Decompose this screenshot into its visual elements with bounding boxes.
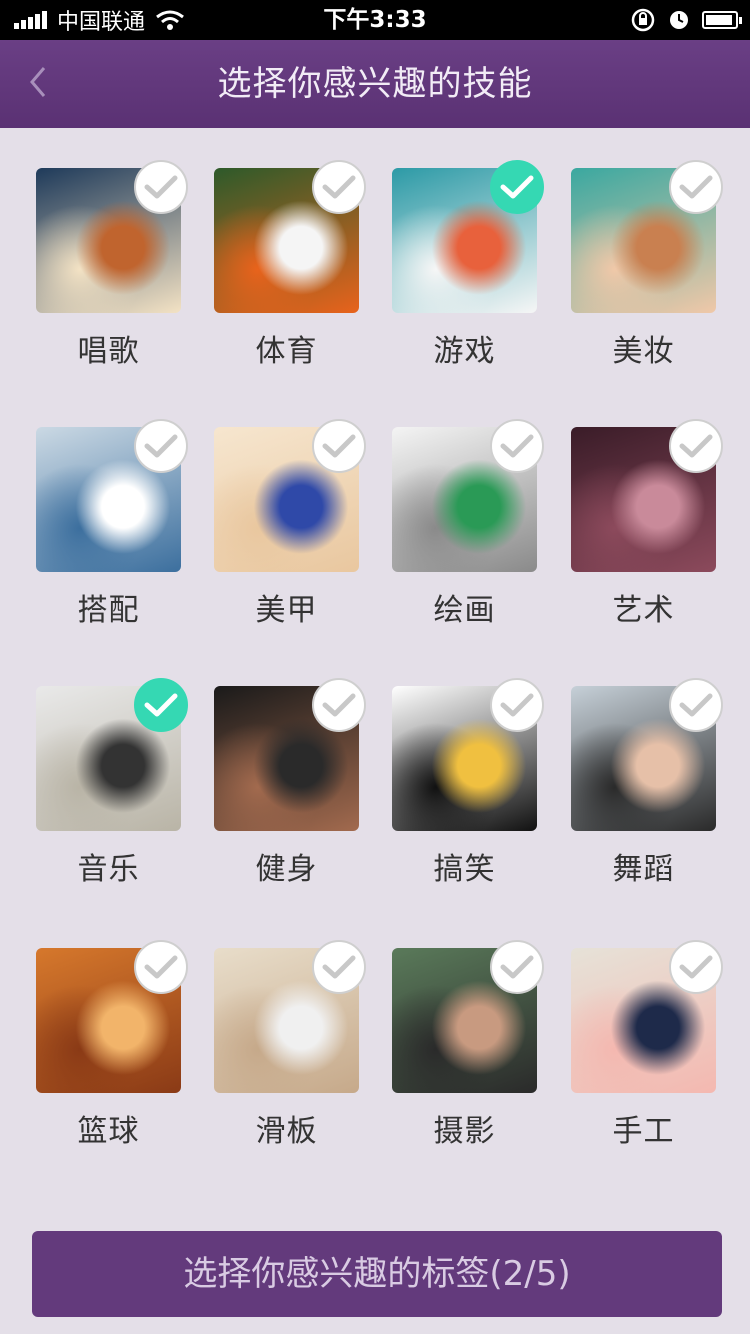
- skill-tile[interactable]: 舞蹈: [571, 646, 750, 887]
- checkmark-icon: [679, 434, 713, 458]
- skill-label: 美甲: [255, 593, 318, 628]
- skill-label: 绘画: [433, 593, 496, 628]
- skill-tile[interactable]: 滑板: [214, 908, 394, 1149]
- select-checkbox[interactable]: [669, 419, 723, 473]
- select-checkbox[interactable]: [312, 160, 366, 214]
- skill-tile[interactable]: 美甲: [214, 387, 394, 628]
- select-checkbox[interactable]: [490, 160, 544, 214]
- skill-tile[interactable]: 篮球: [36, 908, 216, 1149]
- skill-tile[interactable]: 摄影: [392, 908, 572, 1149]
- skill-label: 手工: [612, 1114, 675, 1149]
- skill-tile[interactable]: 搞笑: [392, 646, 572, 887]
- skill-label: 搞笑: [433, 852, 496, 887]
- checkmark-icon: [322, 955, 356, 979]
- checkmark-icon: [500, 693, 534, 717]
- checkmark-icon: [322, 693, 356, 717]
- select-checkbox[interactable]: [490, 940, 544, 994]
- select-tags-button[interactable]: 选择你感兴趣的标签(2/5): [32, 1231, 722, 1317]
- page-title: 选择你感兴趣的技能: [217, 64, 533, 104]
- checkmark-icon: [679, 693, 713, 717]
- skill-label: 音乐: [77, 852, 140, 887]
- checkmark-icon: [679, 175, 713, 199]
- select-checkbox[interactable]: [312, 419, 366, 473]
- navigation-bar: 选择你感兴趣的技能: [0, 40, 750, 128]
- skill-label: 摄影: [433, 1114, 496, 1149]
- rotation-lock-icon: [631, 8, 655, 32]
- select-checkbox[interactable]: [312, 940, 366, 994]
- select-checkbox[interactable]: [134, 160, 188, 214]
- checkmark-icon: [144, 434, 178, 458]
- skill-label: 舞蹈: [612, 852, 675, 887]
- skill-tile[interactable]: 唱歌: [36, 128, 216, 369]
- skill-tile[interactable]: 体育: [214, 128, 394, 369]
- checkmark-icon: [679, 955, 713, 979]
- select-checkbox[interactable]: [669, 940, 723, 994]
- checkmark-icon: [500, 955, 534, 979]
- skill-tile[interactable]: 艺术: [571, 387, 750, 628]
- skill-label: 健身: [255, 852, 318, 887]
- checkmark-icon: [500, 434, 534, 458]
- checkmark-icon: [322, 434, 356, 458]
- skills-grid: 唱歌 体育 游戏 美妆搭配 美甲 绘画 艺术音乐 健身 搞笑 舞蹈篮球 滑板 摄影 手工: [0, 128, 750, 1208]
- skill-label: 游戏: [433, 334, 496, 369]
- skill-tile[interactable]: 绘画: [392, 387, 572, 628]
- skill-tile[interactable]: 手工: [571, 908, 750, 1149]
- skill-tile[interactable]: 健身: [214, 646, 394, 887]
- skill-tile[interactable]: 游戏: [392, 128, 572, 369]
- select-checkbox[interactable]: [134, 419, 188, 473]
- alarm-icon: [670, 11, 688, 29]
- skill-label: 滑板: [255, 1114, 318, 1149]
- select-checkbox[interactable]: [669, 678, 723, 732]
- skill-tile[interactable]: 美妆: [571, 128, 750, 369]
- skill-tile[interactable]: 音乐: [36, 646, 216, 887]
- select-checkbox[interactable]: [134, 678, 188, 732]
- select-checkbox[interactable]: [312, 678, 366, 732]
- skill-tile[interactable]: 搭配: [36, 387, 216, 628]
- battery-icon: [702, 11, 742, 29]
- select-checkbox[interactable]: [490, 419, 544, 473]
- status-right: [630, 0, 742, 40]
- skill-label: 体育: [255, 334, 318, 369]
- checkmark-icon: [144, 955, 178, 979]
- checkmark-icon: [322, 175, 356, 199]
- select-checkbox[interactable]: [134, 940, 188, 994]
- checkmark-icon: [144, 693, 178, 717]
- skill-label: 美妆: [612, 334, 675, 369]
- skill-label: 唱歌: [77, 334, 140, 369]
- skill-label: 搭配: [77, 593, 140, 628]
- select-checkbox[interactable]: [669, 160, 723, 214]
- skill-label: 篮球: [77, 1114, 140, 1149]
- status-bar: 中国联通 下午3:33: [0, 0, 750, 40]
- checkmark-icon: [144, 175, 178, 199]
- checkmark-icon: [500, 175, 534, 199]
- select-checkbox[interactable]: [490, 678, 544, 732]
- skill-label: 艺术: [612, 593, 675, 628]
